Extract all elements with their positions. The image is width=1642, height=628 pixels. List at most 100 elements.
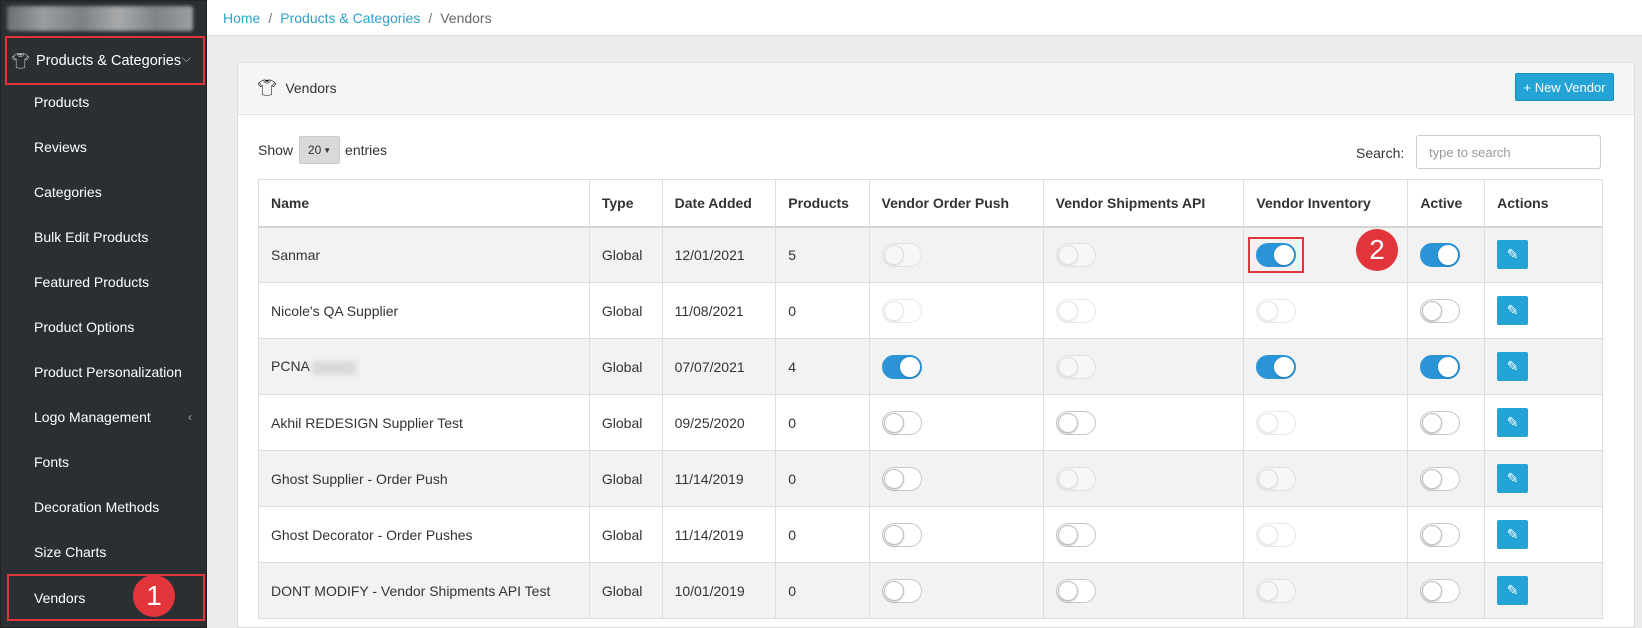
vendor-products-cell-text: 5 (788, 246, 797, 263)
edit-vendor-button[interactable]: ✎ (1497, 240, 1529, 270)
sidebar-parent-label: Products & Categories (36, 52, 182, 69)
toggle-knob (883, 412, 904, 433)
vendor-products-cell-text: 4 (788, 358, 797, 375)
sidebar-item-label: Fonts (34, 453, 70, 470)
vendor-active-toggle[interactable] (1420, 466, 1461, 491)
entries-select[interactable]: 20 ▼ (299, 136, 341, 164)
sidebar-item-products-categories[interactable]: 👕︎ Products & Categories ⌵ (5, 36, 205, 85)
vendors-panel: 👕︎ Vendors + New Vendor Show 20 ▼ entrie… (237, 62, 1635, 628)
edit-vendor-button[interactable]: ✎ (1497, 296, 1529, 325)
vendor-order-push-toggle[interactable] (881, 466, 922, 491)
vendor-name-cell: Ghost Supplier - Order Push (258, 450, 590, 507)
vendor-active-toggle[interactable] (1420, 298, 1461, 323)
vendor-order-push-cell (868, 450, 1044, 507)
vendor-active-cell (1407, 506, 1486, 563)
column-header-name[interactable]: Name (258, 179, 590, 228)
vendor-active-toggle[interactable] (1420, 410, 1461, 435)
edit-vendor-button[interactable]: ✎ (1497, 408, 1529, 437)
vendor-inventory-toggle[interactable] (1256, 242, 1297, 267)
vendor-inventory-cell (1243, 450, 1409, 507)
vendor-date-cell: 11/14/2019 (661, 506, 777, 563)
vendor-inventory-toggle[interactable] (1256, 354, 1297, 379)
vendor-active-cell (1407, 338, 1486, 395)
sidebar-item-product-options[interactable]: Product Options (1, 304, 208, 349)
vendor-products-cell-text: 0 (788, 582, 797, 599)
toggle-knob (883, 244, 904, 265)
vendor-date-cell-text: 10/01/2019 (674, 582, 745, 599)
toggle-knob (1422, 300, 1443, 321)
column-header-vendor-order-push[interactable]: Vendor Order Push (868, 179, 1044, 228)
vendor-date-cell: 09/25/2020 (661, 394, 777, 451)
brand-logo[interactable] (7, 6, 193, 31)
sidebar: 👕︎ Products & Categories ⌵ Products Revi… (0, 0, 207, 628)
sidebar-item-featured-products[interactable]: Featured Products (1, 259, 208, 304)
vendor-active-cell (1407, 394, 1486, 451)
vendor-products-cell-text: 0 (788, 414, 797, 431)
vendor-order-push-toggle[interactable] (881, 578, 922, 603)
vendor-shipments-api-cell (1042, 562, 1245, 619)
sidebar-item-reviews[interactable]: Reviews (1, 124, 208, 169)
edit-icon: ✎ (1506, 526, 1519, 542)
vendor-date-cell-text: 07/07/2021 (674, 358, 745, 375)
vendor-type-cell: Global (588, 282, 663, 339)
edit-vendor-button[interactable]: ✎ (1497, 464, 1529, 493)
sidebar-item-decoration-methods[interactable]: Decoration Methods (1, 484, 208, 529)
edit-icon: ✎ (1506, 246, 1519, 263)
search-input[interactable] (1416, 135, 1601, 169)
breadcrumb-home[interactable]: Home (223, 10, 260, 26)
sidebar-item-categories[interactable]: Categories (1, 169, 208, 214)
new-vendor-button[interactable]: + New Vendor (1515, 73, 1614, 101)
vendor-date-cell-text: 11/14/2019 (674, 526, 744, 543)
chevron-left-icon: ‹ (188, 409, 192, 424)
edit-vendor-button[interactable]: ✎ (1497, 576, 1529, 605)
sidebar-item-product-personalization[interactable]: Product Personalization (1, 349, 208, 394)
column-header-vendor-shipments-api[interactable]: Vendor Shipments API (1042, 179, 1245, 228)
toggle-knob (1258, 412, 1279, 433)
toggle-knob (1057, 580, 1078, 601)
edit-vendor-button[interactable]: ✎ (1497, 352, 1529, 381)
vendor-name-cell-text: Akhil REDESIGN Supplier Test (271, 414, 463, 431)
column-header-actions: Actions (1484, 179, 1603, 228)
vendor-date-cell-text: 11/14/2019 (674, 470, 744, 487)
vendor-order-push-toggle[interactable] (881, 354, 922, 379)
breadcrumb-current: Vendors (440, 9, 492, 26)
column-header-date-added[interactable]: Date Added (661, 179, 777, 228)
edit-icon: ✎ (1506, 302, 1519, 318)
actions-cell: ✎ (1484, 338, 1603, 395)
sidebar-item-size-charts[interactable]: Size Charts (1, 529, 208, 574)
column-header-active[interactable]: Active (1407, 179, 1486, 228)
breadcrumb-products-categories[interactable]: Products & Categories (280, 10, 420, 26)
vendor-active-toggle[interactable] (1420, 354, 1461, 379)
vendor-active-toggle[interactable] (1420, 242, 1461, 267)
vendor-products-cell-text: 0 (788, 302, 797, 319)
column-header-vendor-inventory[interactable]: Vendor Inventory (1243, 179, 1409, 228)
vendor-order-push-cell (868, 394, 1044, 451)
sidebar-item-products[interactable]: Products (1, 79, 208, 124)
sidebar-item-label: Categories (34, 183, 102, 200)
sidebar-item-label: Product Options (34, 318, 135, 335)
vendor-shipments-api-toggle[interactable] (1055, 410, 1096, 435)
sidebar-item-logo-management[interactable]: Logo Management ‹ (1, 394, 208, 439)
step-marker-2: 2 (1356, 229, 1398, 271)
entries-control: Show 20 ▼ entries (258, 136, 387, 164)
vendor-shipments-api-toggle[interactable] (1055, 522, 1096, 547)
vendor-order-push-toggle[interactable] (881, 410, 922, 435)
vendor-type-cell: Global (588, 562, 663, 619)
vendor-inventory-cell (1243, 506, 1409, 563)
sidebar-item-bulk-edit-products[interactable]: Bulk Edit Products (1, 214, 208, 259)
actions-cell: ✎ (1484, 394, 1603, 451)
column-header-products[interactable]: Products (775, 179, 870, 228)
edit-vendor-button[interactable]: ✎ (1497, 520, 1529, 549)
column-header-type[interactable]: Type (588, 179, 663, 228)
vendor-shipments-api-cell (1042, 506, 1245, 563)
vendor-active-cell (1407, 450, 1486, 507)
vendor-shipments-api-toggle[interactable] (1055, 578, 1096, 603)
vendor-type-cell-text: Global (601, 526, 643, 543)
table-row: Sanmar Global 12/01/2021 5 ✎ (258, 226, 1603, 283)
vendor-active-toggle[interactable] (1420, 578, 1461, 603)
vendor-active-toggle[interactable] (1420, 522, 1461, 547)
sidebar-item-fonts[interactable]: Fonts (1, 439, 208, 484)
vendor-order-push-toggle[interactable] (881, 522, 922, 547)
vendor-products-cell: 0 (775, 562, 870, 619)
vendor-inventory-toggle (1256, 578, 1297, 603)
